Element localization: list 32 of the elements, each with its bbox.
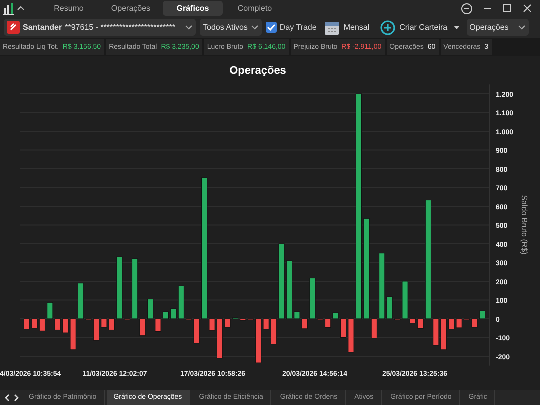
y-axis-title: Saldo Bruto (R$) <box>520 195 529 255</box>
tab[interactable]: Resumo <box>39 1 99 16</box>
caret-icon <box>454 26 460 30</box>
asset-dropdown[interactable]: Todos Ativos <box>200 19 262 36</box>
minus-circle-icon[interactable] <box>461 2 473 14</box>
account-dropdown[interactable]: Santander **97615 - ************************ <box>4 19 196 36</box>
bank-logo-icon <box>7 21 20 34</box>
checkbox[interactable] <box>266 22 277 33</box>
dropdown-value: Operações <box>470 23 509 32</box>
chevron-right-icon[interactable] <box>13 394 20 402</box>
caret-icon[interactable] <box>17 5 25 12</box>
chevron-icon <box>185 24 193 31</box>
checkmark-icon <box>266 22 277 33</box>
maximize-icon[interactable] <box>502 2 513 14</box>
calendar-icon <box>324 20 340 36</box>
checkbox-label: Day Trade <box>280 23 317 32</box>
chevron-icon <box>518 24 526 31</box>
tab[interactable]: Completo <box>225 1 285 16</box>
tab[interactable]: Gráficos <box>163 1 223 16</box>
dropdown-value: Todos Ativos <box>203 23 248 32</box>
view-dropdown[interactable]: Operações <box>466 19 529 36</box>
account-number: **97615 - ************************ <box>65 23 176 32</box>
chevron-left-icon[interactable] <box>4 394 11 402</box>
chart-title: Operações <box>230 65 286 77</box>
period-button[interactable]: Mensal <box>320 19 373 36</box>
close-icon[interactable] <box>522 2 533 14</box>
plus-circle-icon <box>380 20 396 36</box>
tab[interactable]: Operações <box>101 1 161 16</box>
create-portfolio-button[interactable]: Criar Carteira <box>376 19 463 36</box>
chevron-icon <box>250 24 259 31</box>
bar-chart-logo-icon[interactable] <box>3 2 14 16</box>
bank-name: Santander <box>23 23 62 32</box>
